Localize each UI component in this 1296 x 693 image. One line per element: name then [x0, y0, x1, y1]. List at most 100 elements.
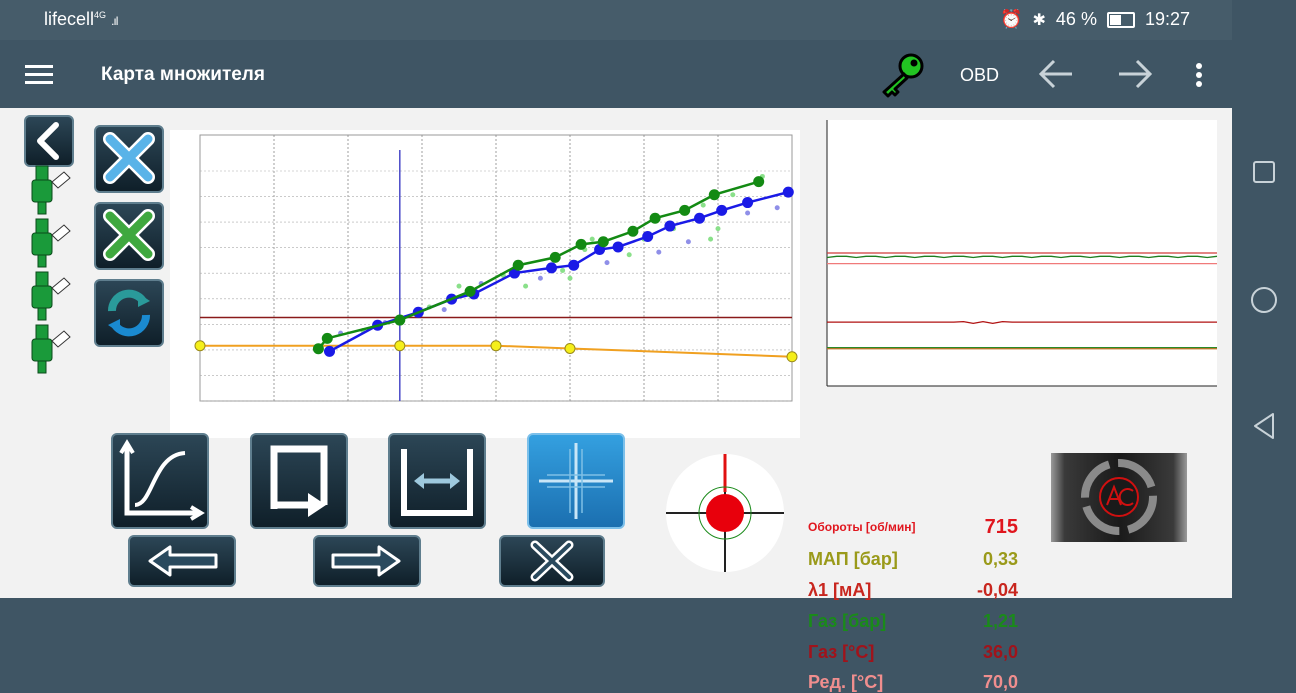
injector-icon	[31, 271, 71, 321]
injector-connector	[51, 171, 71, 189]
blue-data-point	[782, 186, 794, 198]
reading-label: Ред. [°C]	[808, 672, 884, 692]
green-data-point	[512, 259, 524, 271]
sample-point	[604, 260, 610, 266]
arrow-back-icon[interactable]	[1038, 58, 1074, 90]
green-data-point	[597, 236, 609, 248]
close-icon	[103, 132, 155, 184]
reading-label: Обороты [об/мин]	[808, 520, 916, 534]
multiplier-chart[interactable]	[170, 110, 800, 438]
right-arrow-button[interactable]	[313, 535, 421, 587]
reading-value: 1,21	[982, 611, 1018, 631]
green-data-point	[679, 204, 691, 216]
injector-connector	[51, 330, 71, 348]
sample-point	[523, 283, 529, 289]
multiplier-point	[194, 340, 206, 352]
refresh-button[interactable]	[94, 279, 164, 347]
bluetooth-icon: ✱	[1032, 11, 1046, 29]
blue-data-point	[664, 220, 676, 232]
injector-top	[35, 218, 49, 234]
menu-icon[interactable]	[25, 65, 53, 85]
corner-button[interactable]	[250, 433, 348, 529]
back-button[interactable]	[24, 115, 74, 167]
injector-top	[35, 324, 49, 340]
obd-button[interactable]: OBD	[960, 65, 999, 86]
battery-icon	[1106, 11, 1135, 28]
width-button[interactable]	[388, 433, 486, 529]
injector-status-column	[31, 165, 71, 374]
injector-nozzle	[37, 307, 47, 321]
sample-point	[774, 205, 780, 211]
reading-value: 715	[984, 516, 1018, 538]
sample-point	[626, 252, 632, 258]
injector-connector	[51, 224, 71, 242]
sample-point	[441, 307, 447, 313]
reading-label: МАП [бар]	[808, 549, 898, 569]
carrier: lifecell4G .ıl	[44, 9, 118, 29]
curve-icon	[119, 439, 205, 521]
key-icon[interactable]	[878, 52, 928, 98]
close-icon	[103, 209, 155, 261]
lambda-target-indicator	[666, 454, 784, 572]
blue-data-point	[324, 345, 335, 357]
battery-percent: 46 %	[1055, 9, 1097, 29]
injector-body	[31, 338, 53, 362]
curve-button[interactable]	[111, 433, 209, 529]
arrow-forward-icon[interactable]	[1117, 58, 1153, 90]
green-data-point	[708, 189, 720, 201]
sample-point	[656, 249, 662, 255]
blue-data-point	[642, 231, 654, 242]
app-bar: Карта множителя OBD	[0, 40, 1232, 108]
injector-body	[31, 232, 53, 256]
reading-value: 0,33	[982, 549, 1018, 569]
reading-label: Газ [бар]	[808, 611, 887, 631]
reading-value: 70,0	[982, 672, 1018, 692]
sample-point	[715, 226, 721, 232]
injector-body	[31, 179, 53, 203]
injector-nozzle	[37, 254, 47, 268]
arrow-right-icon	[331, 545, 401, 577]
injector-top	[35, 271, 49, 287]
green-data-point	[312, 343, 324, 355]
chevron-left-icon	[37, 122, 59, 160]
expand-width-icon	[401, 449, 473, 516]
back-nav-icon[interactable]	[1252, 412, 1276, 440]
sample-point	[537, 275, 543, 281]
ac-logo-icon	[1081, 459, 1157, 535]
blue-data-point	[612, 241, 624, 253]
close-icon	[530, 540, 574, 582]
clear-green-button[interactable]	[94, 202, 164, 270]
system-navigation-bar	[1232, 0, 1296, 598]
corner-arrow-icon	[270, 445, 328, 517]
green-data-point	[464, 285, 476, 297]
injector-top	[35, 165, 49, 181]
clear-blue-button[interactable]	[94, 125, 164, 193]
left-arrow-button[interactable]	[128, 535, 236, 587]
reading-value: 36,0	[982, 642, 1018, 662]
sample-point	[567, 275, 573, 281]
green-data-point	[753, 176, 765, 188]
recent-apps-icon[interactable]	[1252, 160, 1276, 184]
home-icon[interactable]	[1250, 286, 1278, 314]
cancel-button[interactable]	[499, 535, 605, 587]
injector-nozzle	[37, 201, 47, 215]
sample-point	[456, 283, 462, 289]
green-data-point	[575, 238, 587, 250]
sample-point	[589, 236, 595, 242]
page-title: Карта множителя	[101, 64, 265, 85]
blue-data-point	[694, 212, 705, 224]
arrow-left-icon	[148, 545, 218, 577]
more-options-icon[interactable]	[1194, 62, 1204, 88]
green-data-point	[394, 314, 406, 326]
blue-data-point	[568, 259, 580, 271]
green-data-point	[627, 225, 639, 237]
sample-point	[708, 236, 714, 242]
app-logo	[1051, 453, 1187, 542]
crosshair-toggle-button[interactable]	[527, 433, 625, 529]
injector-body	[31, 285, 53, 309]
clock: 19:27	[1144, 9, 1190, 29]
blue-data-point	[546, 262, 557, 274]
injector-icon	[31, 165, 71, 215]
injector-icon	[31, 218, 71, 268]
reading-label: Газ [°C]	[808, 642, 875, 662]
